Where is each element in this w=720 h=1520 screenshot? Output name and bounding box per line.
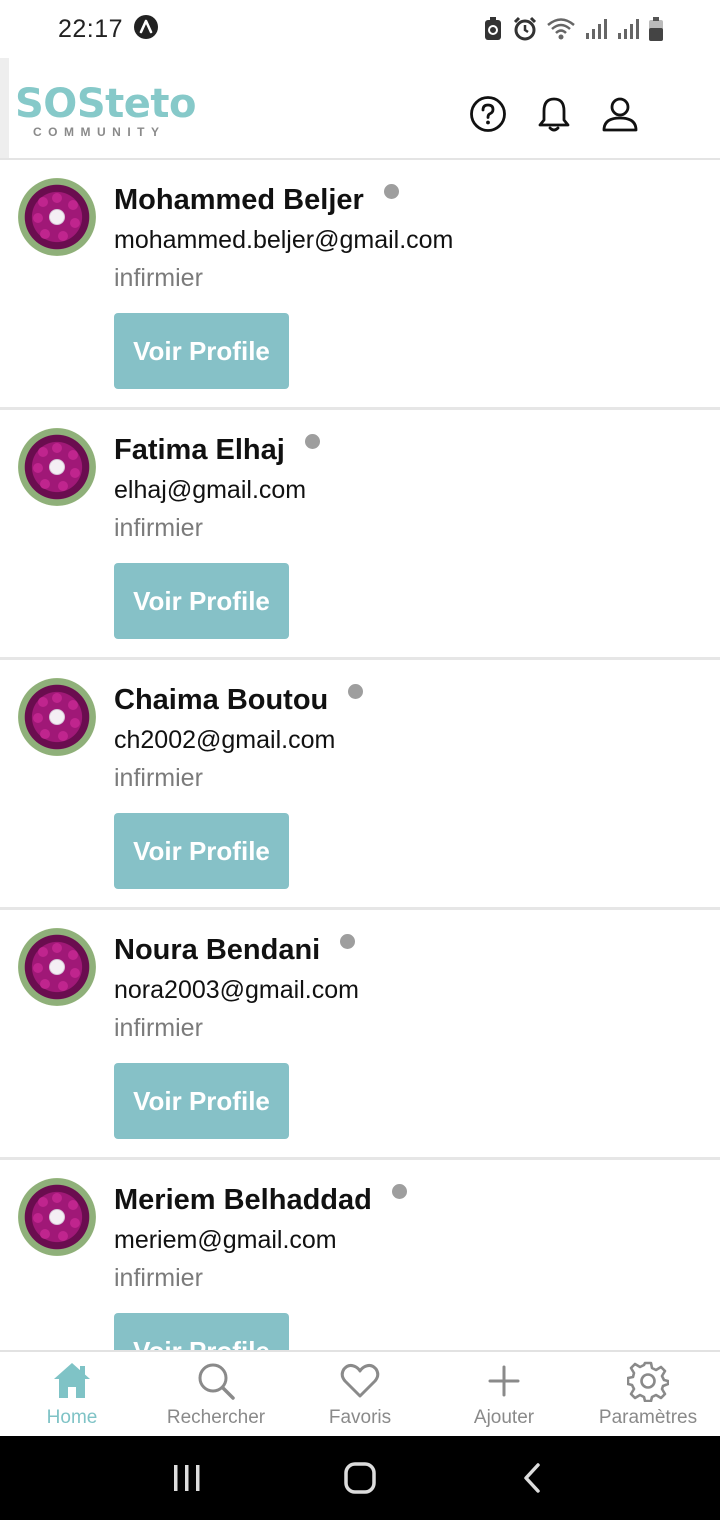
battery-saver-icon: [482, 16, 504, 42]
gear-icon: [626, 1359, 670, 1403]
user-email: elhaj@gmail.com: [114, 476, 307, 504]
user-role: infirmier: [114, 514, 203, 542]
view-profile-button[interactable]: Voir Profile: [114, 313, 289, 389]
logo-text: SOSteto: [15, 81, 196, 127]
view-profile-button[interactable]: Voir Profile: [114, 1313, 289, 1350]
user-name: Mohammed Beljer: [114, 184, 364, 216]
alarm-icon: [512, 16, 538, 42]
user-card: Fatima Elhaj elhaj@gmail.com infirmier V…: [0, 410, 720, 660]
status-dot: [304, 434, 320, 449]
status-dot: [340, 934, 356, 949]
user-role: infirmier: [114, 1264, 203, 1292]
view-profile-button[interactable]: Voir Profile: [114, 563, 289, 639]
bell-icon[interactable]: [534, 94, 574, 134]
home-button[interactable]: [330, 1448, 390, 1508]
avatar: [18, 178, 96, 256]
user-icon[interactable]: [600, 94, 640, 134]
nav-favorites[interactable]: Favoris: [288, 1352, 432, 1436]
nav-label: Favoris: [328, 1407, 392, 1428]
status-dot: [348, 684, 364, 699]
view-profile-button[interactable]: Voir Profile: [114, 1063, 289, 1139]
system-nav-bar: [0, 1436, 720, 1520]
plus-icon: [482, 1359, 526, 1403]
nav-label: Home: [46, 1407, 98, 1428]
user-name: Noura Bendani: [114, 934, 321, 966]
nav-add[interactable]: Ajouter: [432, 1352, 576, 1436]
logo-subtext: COMMUNITY: [33, 125, 166, 139]
user-role: infirmier: [114, 264, 203, 292]
user-list[interactable]: Mohammed Beljer mohammed.beljer@gmail.co…: [0, 160, 720, 1350]
signal-icon: [584, 17, 608, 41]
user-card: Noura Bendani nora2003@gmail.com infirmi…: [0, 910, 720, 1160]
battery-icon: [648, 16, 664, 42]
app-header: SOSteto COMMUNITY: [0, 58, 720, 160]
status-dot: [391, 1184, 407, 1199]
avatar: [18, 428, 96, 506]
wifi-icon: [546, 16, 576, 42]
nav-settings[interactable]: Paramètres: [576, 1352, 720, 1436]
nav-label: Rechercher: [166, 1407, 266, 1428]
nav-label: Ajouter: [473, 1407, 535, 1428]
home-icon: [50, 1359, 94, 1403]
recent-apps-button[interactable]: [157, 1448, 217, 1508]
user-email: meriem@gmail.com: [114, 1226, 337, 1254]
status-dot: [383, 184, 399, 199]
user-card: Meriem Belhaddad meriem@gmail.com infirm…: [0, 1160, 720, 1350]
user-role: infirmier: [114, 1014, 203, 1042]
search-icon: [194, 1359, 238, 1403]
app-screen: 22:17 SOSteto COMMUNITY Mohammed Beljer …: [0, 0, 720, 1520]
nav-search[interactable]: Rechercher: [144, 1352, 288, 1436]
help-icon[interactable]: [468, 94, 508, 134]
user-card: Mohammed Beljer mohammed.beljer@gmail.co…: [0, 160, 720, 410]
nav-label: Paramètres: [598, 1407, 698, 1428]
avatar: [18, 678, 96, 756]
user-name: Fatima Elhaj: [114, 434, 285, 466]
nav-home[interactable]: Home: [0, 1352, 144, 1436]
heart-icon: [338, 1359, 382, 1403]
user-email: nora2003@gmail.com: [114, 976, 359, 1004]
user-card: Chaima Boutou ch2002@gmail.com infirmier…: [0, 660, 720, 910]
signal-icon-2: [616, 17, 640, 41]
avatar: [18, 1178, 96, 1256]
avatar: [18, 928, 96, 1006]
user-role: infirmier: [114, 764, 203, 792]
status-bar: 22:17: [0, 0, 720, 58]
user-name: Chaima Boutou: [114, 684, 329, 716]
app-notification-icon: [133, 14, 159, 45]
bottom-nav: Home Rechercher Favoris Ajouter Paramètr…: [0, 1350, 720, 1436]
status-time: 22:17: [58, 14, 124, 43]
app-logo: SOSteto COMMUNITY: [15, 81, 196, 139]
user-name: Meriem Belhaddad: [114, 1184, 372, 1216]
view-profile-button[interactable]: Voir Profile: [114, 813, 289, 889]
back-button[interactable]: [503, 1448, 563, 1508]
user-email: ch2002@gmail.com: [114, 726, 336, 754]
user-email: mohammed.beljer@gmail.com: [114, 226, 454, 254]
